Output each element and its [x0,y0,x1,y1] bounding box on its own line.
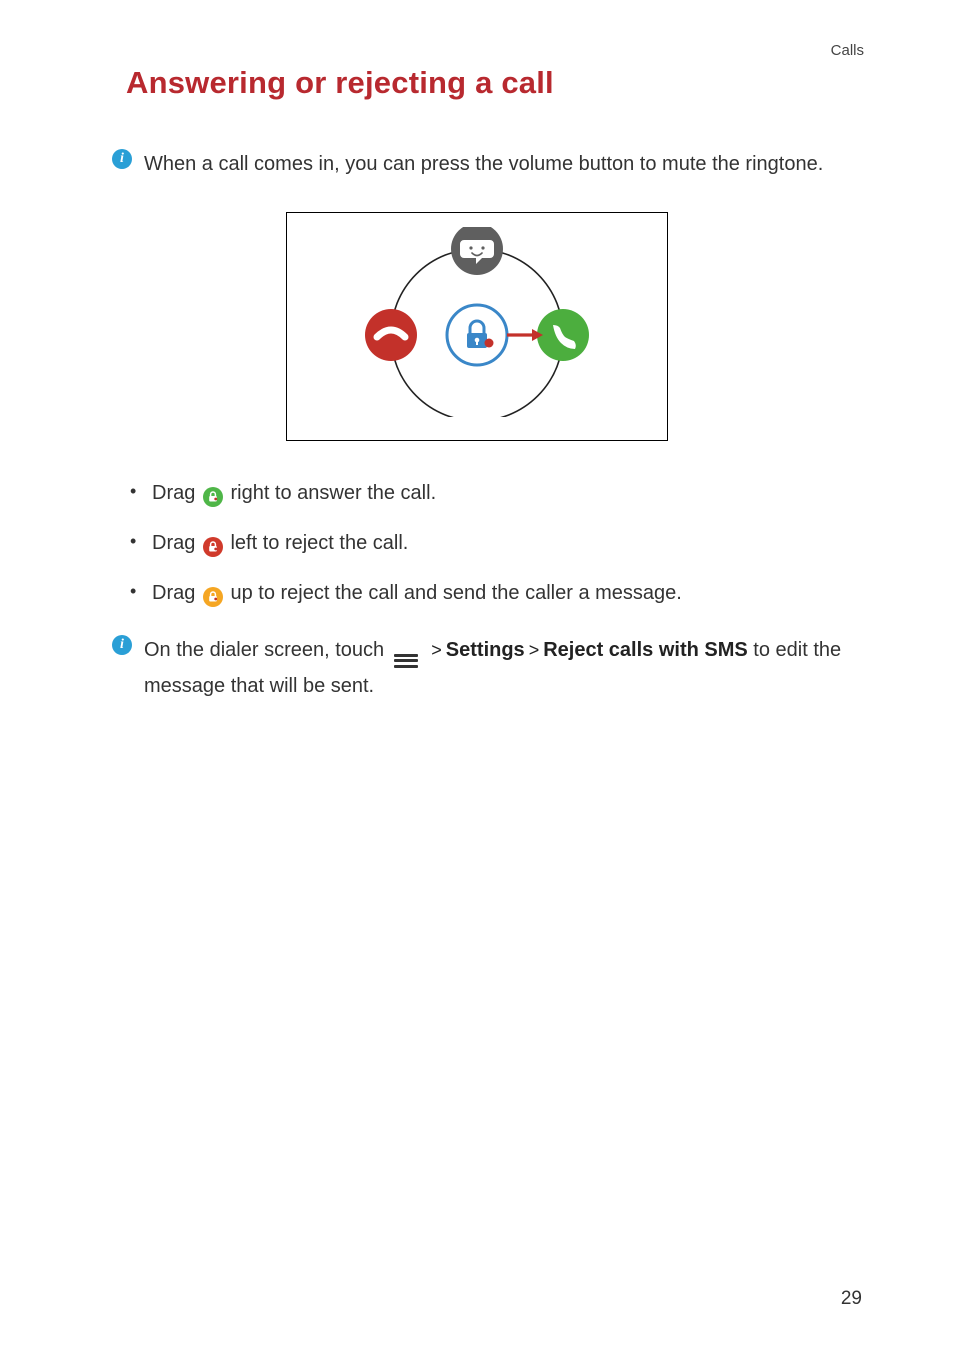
info-text-2: On the dialer screen, touch > Settings >… [144,633,864,704]
reject-sms-label: Reject calls with SMS [543,639,748,661]
lock-icon-red [203,537,223,557]
page: Calls Answering or rejecting a call i Wh… [0,0,954,1352]
text-post: up to reject the call and send the calle… [230,582,681,604]
info-icon: i [112,149,132,169]
separator-2: > [529,635,540,667]
info-callout-1: i When a call comes in, you can press th… [112,147,864,182]
instruction-item-answer: Drag right to answer the call. [124,477,864,509]
page-number: 29 [841,1288,862,1310]
text-post: left to reject the call. [230,532,408,554]
call-swipe-figure [286,212,668,441]
info-icon-wrap: i [112,149,132,169]
t2-pre: On the dialer screen, touch [144,639,390,661]
text-pre: Drag [152,582,201,604]
call-swipe-illustration [329,227,625,417]
page-title: Answering or rejecting a call [126,65,864,101]
info-icon: i [112,635,132,655]
settings-label: Settings [446,639,525,661]
menu-icon [394,653,418,669]
text-post: right to answer the call. [230,482,436,504]
separator-1: > [431,635,442,667]
figure-container [90,212,864,441]
lock-icon-orange [203,587,223,607]
instruction-list: Drag right to answer the call. Drag left… [124,477,864,609]
info-icon-wrap-2: i [112,635,132,655]
text-pre: Drag [152,532,201,554]
section-header: Calls [90,42,864,59]
info-text-1: When a call comes in, you can press the … [144,147,823,182]
lock-icon-green [203,487,223,507]
info-callout-2: i On the dialer screen, touch > Settings… [112,633,864,704]
instruction-item-reject-sms: Drag up to reject the call and send the … [124,577,864,609]
instruction-item-reject: Drag left to reject the call. [124,527,864,559]
text-pre: Drag [152,482,201,504]
